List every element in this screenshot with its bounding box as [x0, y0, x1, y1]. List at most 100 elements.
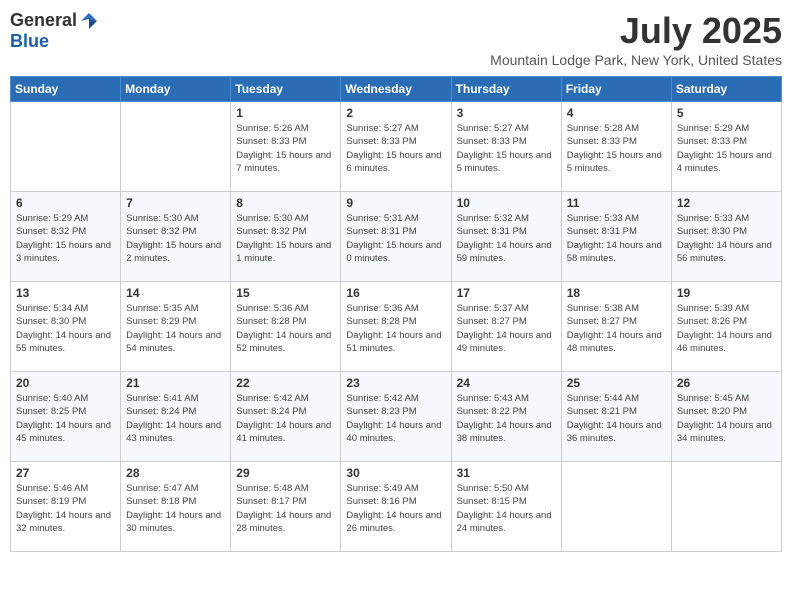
calendar-cell: 26Sunrise: 5:45 AM Sunset: 8:20 PM Dayli… — [671, 372, 781, 462]
calendar-cell — [561, 462, 671, 552]
day-info: Sunrise: 5:32 AM Sunset: 8:31 PM Dayligh… — [457, 212, 556, 265]
day-number: 27 — [16, 466, 115, 480]
day-number: 8 — [236, 196, 335, 210]
subtitle: Mountain Lodge Park, New York, United St… — [490, 52, 782, 68]
calendar-cell: 2 Sunrise: 5:27 AM Sunset: 8:33 PM Daylig… — [341, 102, 451, 192]
calendar: SundayMondayTuesdayWednesdayThursdayFrid… — [10, 76, 782, 552]
day-info: Sunrise: 5:45 AM Sunset: 8:20 PM Dayligh… — [677, 392, 776, 445]
week-row: 13Sunrise: 5:34 AM Sunset: 8:30 PM Dayli… — [11, 282, 782, 372]
calendar-cell: 19 Sunrise: 5:39 AM Sunset: 8:26 PM Dayli… — [671, 282, 781, 372]
day-number: 17 — [457, 286, 556, 300]
day-info: Sunrise: 5:33 AM Sunset: 8:31 PM Dayligh… — [567, 212, 666, 265]
day-number: 12 — [677, 196, 776, 210]
calendar-cell: 24Sunrise: 5:43 AM Sunset: 8:22 PM Dayli… — [451, 372, 561, 462]
days-of-week-row: SundayMondayTuesdayWednesdayThursdayFrid… — [11, 77, 782, 102]
day-info: Sunrise: 5:35 AM Sunset: 8:29 PM Dayligh… — [126, 302, 225, 355]
day-number: 25 — [567, 376, 666, 390]
day-number: 28 — [126, 466, 225, 480]
day-number: 22 — [236, 376, 335, 390]
calendar-cell: 30 Sunrise: 5:49 AM Sunset: 8:16 PM Dayli… — [341, 462, 451, 552]
day-of-week-friday: Friday — [561, 77, 671, 102]
day-number: 31 — [457, 466, 556, 480]
day-number: 1 — [236, 106, 335, 120]
day-info: Sunrise: 5:47 AM Sunset: 8:18 PM Dayligh… — [126, 482, 225, 535]
calendar-cell: 7 Sunrise: 5:30 AM Sunset: 8:32 PM Daylig… — [121, 192, 231, 282]
day-number: 30 — [346, 466, 445, 480]
day-info: Sunrise: 5:40 AM Sunset: 8:25 PM Dayligh… — [16, 392, 115, 445]
calendar-cell: 23 Sunrise: 5:42 AM Sunset: 8:23 PM Dayli… — [341, 372, 451, 462]
day-of-week-thursday: Thursday — [451, 77, 561, 102]
calendar-header: SundayMondayTuesdayWednesdayThursdayFrid… — [11, 77, 782, 102]
day-number: 6 — [16, 196, 115, 210]
day-info: Sunrise: 5:38 AM Sunset: 8:27 PM Dayligh… — [567, 302, 666, 355]
calendar-cell: 14 Sunrise: 5:35 AM Sunset: 8:29 PM Dayli… — [121, 282, 231, 372]
day-number: 7 — [126, 196, 225, 210]
day-info: Sunrise: 5:50 AM Sunset: 8:15 PM Dayligh… — [457, 482, 556, 535]
day-number: 3 — [457, 106, 556, 120]
calendar-cell: 25 Sunrise: 5:44 AM Sunset: 8:21 PM Dayli… — [561, 372, 671, 462]
calendar-cell: 8 Sunrise: 5:30 AM Sunset: 8:32 PM Daylig… — [231, 192, 341, 282]
calendar-cell: 11 Sunrise: 5:33 AM Sunset: 8:31 PM Dayli… — [561, 192, 671, 282]
title-area: July 2025 Mountain Lodge Park, New York,… — [490, 10, 782, 68]
day-info: Sunrise: 5:30 AM Sunset: 8:32 PM Dayligh… — [126, 212, 225, 265]
day-of-week-sunday: Sunday — [11, 77, 121, 102]
day-number: 13 — [16, 286, 115, 300]
day-of-week-tuesday: Tuesday — [231, 77, 341, 102]
day-info: Sunrise: 5:49 AM Sunset: 8:16 PM Dayligh… — [346, 482, 445, 535]
calendar-cell: 16 Sunrise: 5:36 AM Sunset: 8:28 PM Dayli… — [341, 282, 451, 372]
calendar-cell — [671, 462, 781, 552]
calendar-cell: 3 Sunrise: 5:27 AM Sunset: 8:33 PM Daylig… — [451, 102, 561, 192]
day-number: 19 — [677, 286, 776, 300]
calendar-cell: 21 Sunrise: 5:41 AM Sunset: 8:24 PM Dayli… — [121, 372, 231, 462]
logo-blue-text: Blue — [10, 31, 49, 52]
day-info: Sunrise: 5:44 AM Sunset: 8:21 PM Dayligh… — [567, 392, 666, 445]
calendar-cell: 6 Sunrise: 5:29 AM Sunset: 8:32 PM Daylig… — [11, 192, 121, 282]
day-info: Sunrise: 5:27 AM Sunset: 8:33 PM Dayligh… — [457, 122, 556, 175]
logo-icon — [79, 11, 99, 31]
day-info: Sunrise: 5:31 AM Sunset: 8:31 PM Dayligh… — [346, 212, 445, 265]
calendar-cell: 20 Sunrise: 5:40 AM Sunset: 8:25 PM Dayli… — [11, 372, 121, 462]
calendar-cell: 5Sunrise: 5:29 AM Sunset: 8:33 PM Daylig… — [671, 102, 781, 192]
header: General Blue July 2025 Mountain Lodge Pa… — [10, 10, 782, 68]
day-number: 16 — [346, 286, 445, 300]
day-number: 10 — [457, 196, 556, 210]
day-info: Sunrise: 5:36 AM Sunset: 8:28 PM Dayligh… — [346, 302, 445, 355]
calendar-cell: 15Sunrise: 5:36 AM Sunset: 8:28 PM Dayli… — [231, 282, 341, 372]
calendar-cell: 9 Sunrise: 5:31 AM Sunset: 8:31 PM Daylig… — [341, 192, 451, 282]
day-number: 29 — [236, 466, 335, 480]
calendar-cell: 31 Sunrise: 5:50 AM Sunset: 8:15 PM Dayli… — [451, 462, 561, 552]
day-number: 5 — [677, 106, 776, 120]
day-info: Sunrise: 5:37 AM Sunset: 8:27 PM Dayligh… — [457, 302, 556, 355]
calendar-cell — [121, 102, 231, 192]
week-row: 1 Sunrise: 5:26 AM Sunset: 8:33 PM Daylig… — [11, 102, 782, 192]
day-info: Sunrise: 5:29 AM Sunset: 8:32 PM Dayligh… — [16, 212, 115, 265]
day-number: 20 — [16, 376, 115, 390]
day-number: 11 — [567, 196, 666, 210]
day-number: 9 — [346, 196, 445, 210]
logo: General Blue — [10, 10, 99, 52]
day-info: Sunrise: 5:39 AM Sunset: 8:26 PM Dayligh… — [677, 302, 776, 355]
day-info: Sunrise: 5:26 AM Sunset: 8:33 PM Dayligh… — [236, 122, 335, 175]
week-row: 27 Sunrise: 5:46 AM Sunset: 8:19 PM Dayli… — [11, 462, 782, 552]
calendar-cell: 4Sunrise: 5:28 AM Sunset: 8:33 PM Daylig… — [561, 102, 671, 192]
calendar-cell: 12 Sunrise: 5:33 AM Sunset: 8:30 PM Dayli… — [671, 192, 781, 282]
day-info: Sunrise: 5:46 AM Sunset: 8:19 PM Dayligh… — [16, 482, 115, 535]
main-title: July 2025 — [490, 10, 782, 52]
day-number: 23 — [346, 376, 445, 390]
day-info: Sunrise: 5:30 AM Sunset: 8:32 PM Dayligh… — [236, 212, 335, 265]
day-info: Sunrise: 5:42 AM Sunset: 8:24 PM Dayligh… — [236, 392, 335, 445]
day-number: 21 — [126, 376, 225, 390]
day-of-week-saturday: Saturday — [671, 77, 781, 102]
day-info: Sunrise: 5:41 AM Sunset: 8:24 PM Dayligh… — [126, 392, 225, 445]
day-info: Sunrise: 5:33 AM Sunset: 8:30 PM Dayligh… — [677, 212, 776, 265]
day-info: Sunrise: 5:48 AM Sunset: 8:17 PM Dayligh… — [236, 482, 335, 535]
day-info: Sunrise: 5:27 AM Sunset: 8:33 PM Dayligh… — [346, 122, 445, 175]
calendar-cell: 10 Sunrise: 5:32 AM Sunset: 8:31 PM Dayli… — [451, 192, 561, 282]
day-info: Sunrise: 5:42 AM Sunset: 8:23 PM Dayligh… — [346, 392, 445, 445]
day-number: 4 — [567, 106, 666, 120]
day-number: 2 — [346, 106, 445, 120]
calendar-body: 1 Sunrise: 5:26 AM Sunset: 8:33 PM Daylig… — [11, 102, 782, 552]
day-of-week-wednesday: Wednesday — [341, 77, 451, 102]
day-number: 15 — [236, 286, 335, 300]
day-number: 14 — [126, 286, 225, 300]
